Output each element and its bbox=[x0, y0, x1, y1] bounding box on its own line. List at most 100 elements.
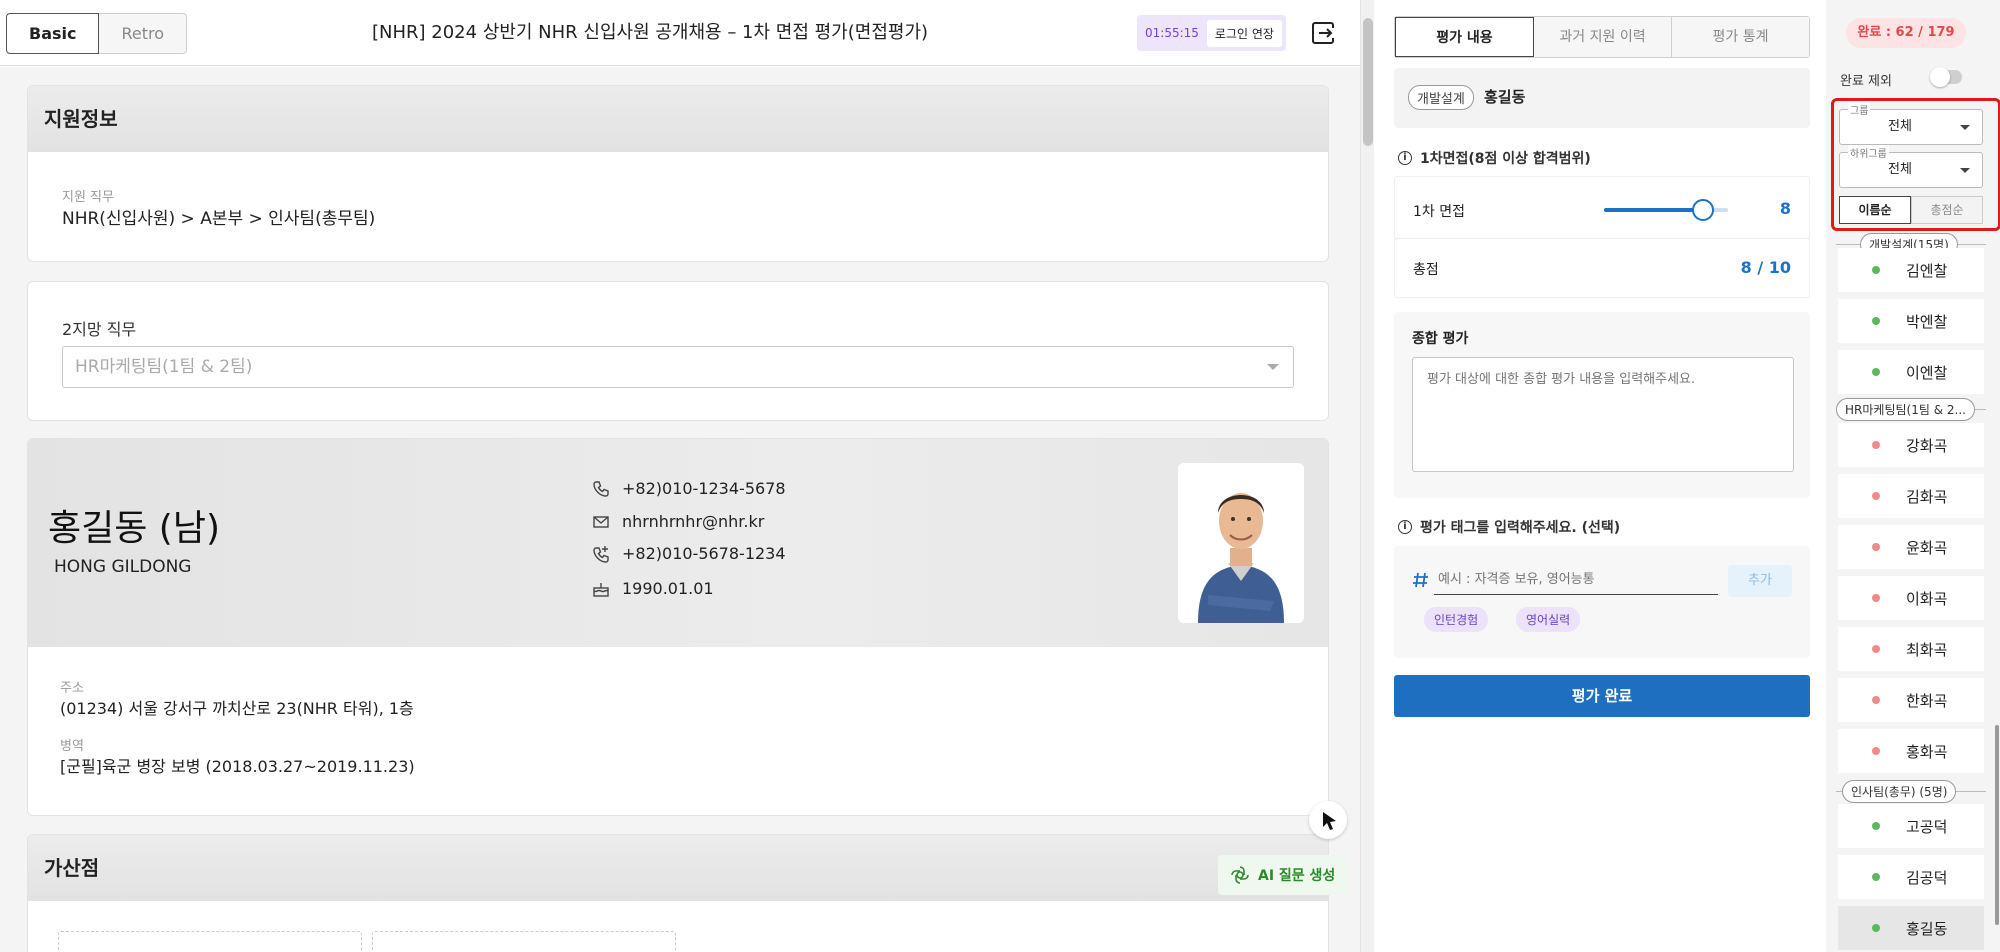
tab-evaluation[interactable]: 평가 내용 bbox=[1395, 17, 1534, 57]
apply-info-title: 지원정보 bbox=[28, 86, 1328, 152]
bonus-option-2[interactable] bbox=[372, 931, 676, 952]
toggle-knob bbox=[1930, 67, 1950, 87]
score-row: 1차 면접 8 bbox=[1394, 176, 1810, 240]
overall-label: 종합 평가 bbox=[1412, 331, 1469, 347]
exclude-done-toggle[interactable] bbox=[1930, 67, 1962, 87]
phone2-row: +82)010-5678-1234 bbox=[592, 544, 786, 563]
military-label: 병역 bbox=[60, 739, 84, 754]
phone-row: +82)010-1234-5678 bbox=[592, 479, 786, 498]
candidate-list-item[interactable]: 한화곡 bbox=[1838, 678, 1984, 722]
candidate-list-item[interactable]: 김공덕 bbox=[1838, 855, 1984, 899]
candidate-list-name: 박엔찰 bbox=[1906, 313, 1948, 331]
complete-evaluation-button[interactable]: 평가 완료 bbox=[1394, 675, 1810, 717]
second-choice-select[interactable]: HR마케팅팀(1팀 & 2팀) bbox=[62, 346, 1294, 388]
sort-by-total-button[interactable]: 총점순 bbox=[1911, 196, 1983, 224]
candidate-list-item[interactable]: 강화곡 bbox=[1838, 423, 1984, 467]
candidate-list-name: 김엔찰 bbox=[1906, 262, 1948, 280]
candidate-list-name: 김공덕 bbox=[1906, 869, 1948, 887]
profile-card: 홍길동 (남) HONG GILDONG +82)010-1234-5678 n… bbox=[27, 438, 1329, 816]
exclude-done-label: 완료 제외 bbox=[1840, 74, 1892, 89]
tag-chip[interactable]: 인턴경험 bbox=[1424, 607, 1489, 632]
candidate-list-item[interactable]: 김화곡 bbox=[1838, 474, 1984, 518]
overall-textarea[interactable] bbox=[1412, 357, 1794, 472]
extend-login-button[interactable]: 로그인 연장 bbox=[1206, 19, 1282, 47]
group-select[interactable]: 그룹 전체 bbox=[1839, 102, 1983, 145]
status-dot bbox=[1872, 645, 1880, 653]
candidate-list-item[interactable]: 고공덕 bbox=[1838, 804, 1984, 848]
right-scrollbar-thumb[interactable] bbox=[1995, 725, 1999, 925]
page-title: [NHR] 2024 상반기 NHR 신입사원 공개채용 – 1차 면접 평가(… bbox=[371, 22, 929, 43]
job-value: NHR(신입사원) > A본부 > 인사팀(총무팀) bbox=[62, 209, 376, 229]
candidate-summary: 개발설계 홍길동 bbox=[1394, 68, 1810, 128]
left-scrollbar[interactable] bbox=[1360, 0, 1374, 952]
status-dot bbox=[1872, 441, 1880, 449]
status-dot bbox=[1872, 492, 1880, 500]
add-tag-button[interactable]: 추가 bbox=[1728, 565, 1792, 597]
status-dot bbox=[1872, 368, 1880, 376]
applicant-photo bbox=[1178, 463, 1304, 623]
score-slider[interactable] bbox=[1604, 199, 1728, 221]
right-scrollbar[interactable] bbox=[1994, 0, 2000, 952]
tag-box bbox=[1394, 546, 1810, 658]
tag-input[interactable] bbox=[1434, 565, 1718, 595]
evaluation-tabs: 평가 내용 과거 지원 이력 평가 통계 bbox=[1394, 16, 1810, 58]
cursor-icon bbox=[1323, 812, 1336, 830]
address-value: (01234) 서울 강서구 까치산로 23(NHR 타워), 1층 bbox=[60, 699, 414, 718]
score-box: 1차 면접 8 총점 8 / 10 bbox=[1394, 176, 1810, 298]
email-row: nhrnhrnhr@nhr.kr bbox=[592, 512, 764, 531]
candidate-list-item[interactable]: 홍화곡 bbox=[1838, 729, 1984, 773]
email-value: nhrnhrnhr@nhr.kr bbox=[622, 512, 765, 531]
status-dot bbox=[1872, 696, 1880, 704]
tag-chip[interactable]: 영어실력 bbox=[1516, 607, 1581, 632]
mode-basic-button[interactable]: Basic bbox=[6, 13, 100, 54]
bonus-card: 가산점 bbox=[27, 834, 1329, 952]
birth-row: 1990.01.01 bbox=[592, 579, 714, 598]
score-label: 1차 면접 bbox=[1413, 204, 1465, 220]
job-label: 지원 직무 bbox=[62, 190, 114, 205]
subgroup-select[interactable]: 하위그룹 전체 bbox=[1839, 145, 1983, 188]
cursor-button[interactable] bbox=[1309, 801, 1347, 839]
mode-retro-button[interactable]: Retro bbox=[99, 13, 188, 54]
tag-section-label: 평가 태그를 입력해주세요. (선택) bbox=[1420, 520, 1621, 536]
ai-question-button[interactable]: AI 질문 생성 bbox=[1218, 855, 1348, 895]
cake-icon bbox=[593, 582, 609, 597]
status-dot bbox=[1872, 543, 1880, 551]
chevron-down-icon bbox=[1960, 168, 1970, 173]
score-section-title: i 1차면접(8점 이상 합격범위) bbox=[1398, 148, 1591, 168]
ai-question-label: AI 질문 생성 bbox=[1258, 868, 1336, 884]
candidate-list-item[interactable]: 김엔찰 bbox=[1838, 248, 1984, 292]
phone-plus-icon bbox=[593, 545, 609, 563]
chevron-down-icon bbox=[1960, 125, 1970, 130]
group-header[interactable]: HR마케팅팀(1팀 & 2... bbox=[1836, 398, 1975, 421]
bonus-option-1[interactable] bbox=[58, 931, 362, 952]
phone2-value: +82)010-5678-1234 bbox=[622, 544, 786, 563]
candidate-list-item[interactable]: 홍길동 bbox=[1838, 906, 1984, 950]
group-value: 전체 bbox=[1888, 119, 1912, 134]
left-scrollbar-thumb[interactable] bbox=[1363, 18, 1373, 146]
top-bar: Basic Retro [NHR] 2024 상반기 NHR 신입사원 공개채용… bbox=[0, 0, 1360, 66]
tab-history[interactable]: 과거 지원 이력 bbox=[1534, 17, 1672, 57]
candidate-list-item[interactable]: 이엔찰 bbox=[1838, 350, 1984, 394]
candidate-list-item[interactable]: 박엔찰 bbox=[1838, 299, 1984, 343]
sort-by-name-button[interactable]: 이름순 bbox=[1839, 196, 1911, 224]
logout-icon[interactable] bbox=[1310, 20, 1336, 46]
openai-icon bbox=[1231, 866, 1249, 884]
mode-toggle: Basic Retro bbox=[6, 13, 188, 54]
candidate-list-item[interactable]: 최화곡 bbox=[1838, 627, 1984, 671]
tab-statistics[interactable]: 평가 통계 bbox=[1672, 17, 1809, 57]
birth-value: 1990.01.01 bbox=[622, 579, 714, 598]
score-section-label: 1차면접(8점 이상 합격범위) bbox=[1420, 151, 1591, 167]
group-header[interactable]: 인사팀(총무) (5명) bbox=[1842, 780, 1957, 803]
candidate-list-name: 홍길동 bbox=[1906, 920, 1948, 938]
candidate-group-tag: 개발설계 bbox=[1408, 85, 1474, 110]
candidate-list-name: 홍화곡 bbox=[1906, 743, 1948, 761]
sort-toggle: 이름순 총점순 bbox=[1839, 196, 1983, 224]
evaluation-panel: 평가 내용 과거 지원 이력 평가 통계 개발설계 홍길동 i 1차면접(8점 … bbox=[1374, 0, 1826, 952]
candidate-list-item[interactable]: 이화곡 bbox=[1838, 576, 1984, 620]
tag-section-title: i 평가 태그를 입력해주세요. (선택) bbox=[1398, 517, 1620, 537]
score-slider-fill bbox=[1604, 208, 1704, 212]
status-dot bbox=[1872, 594, 1880, 602]
candidate-list-item[interactable]: 윤화곡 bbox=[1838, 525, 1984, 569]
session-timer: 01:55:15 bbox=[1145, 26, 1199, 40]
candidate-list-name: 강화곡 bbox=[1906, 437, 1948, 455]
